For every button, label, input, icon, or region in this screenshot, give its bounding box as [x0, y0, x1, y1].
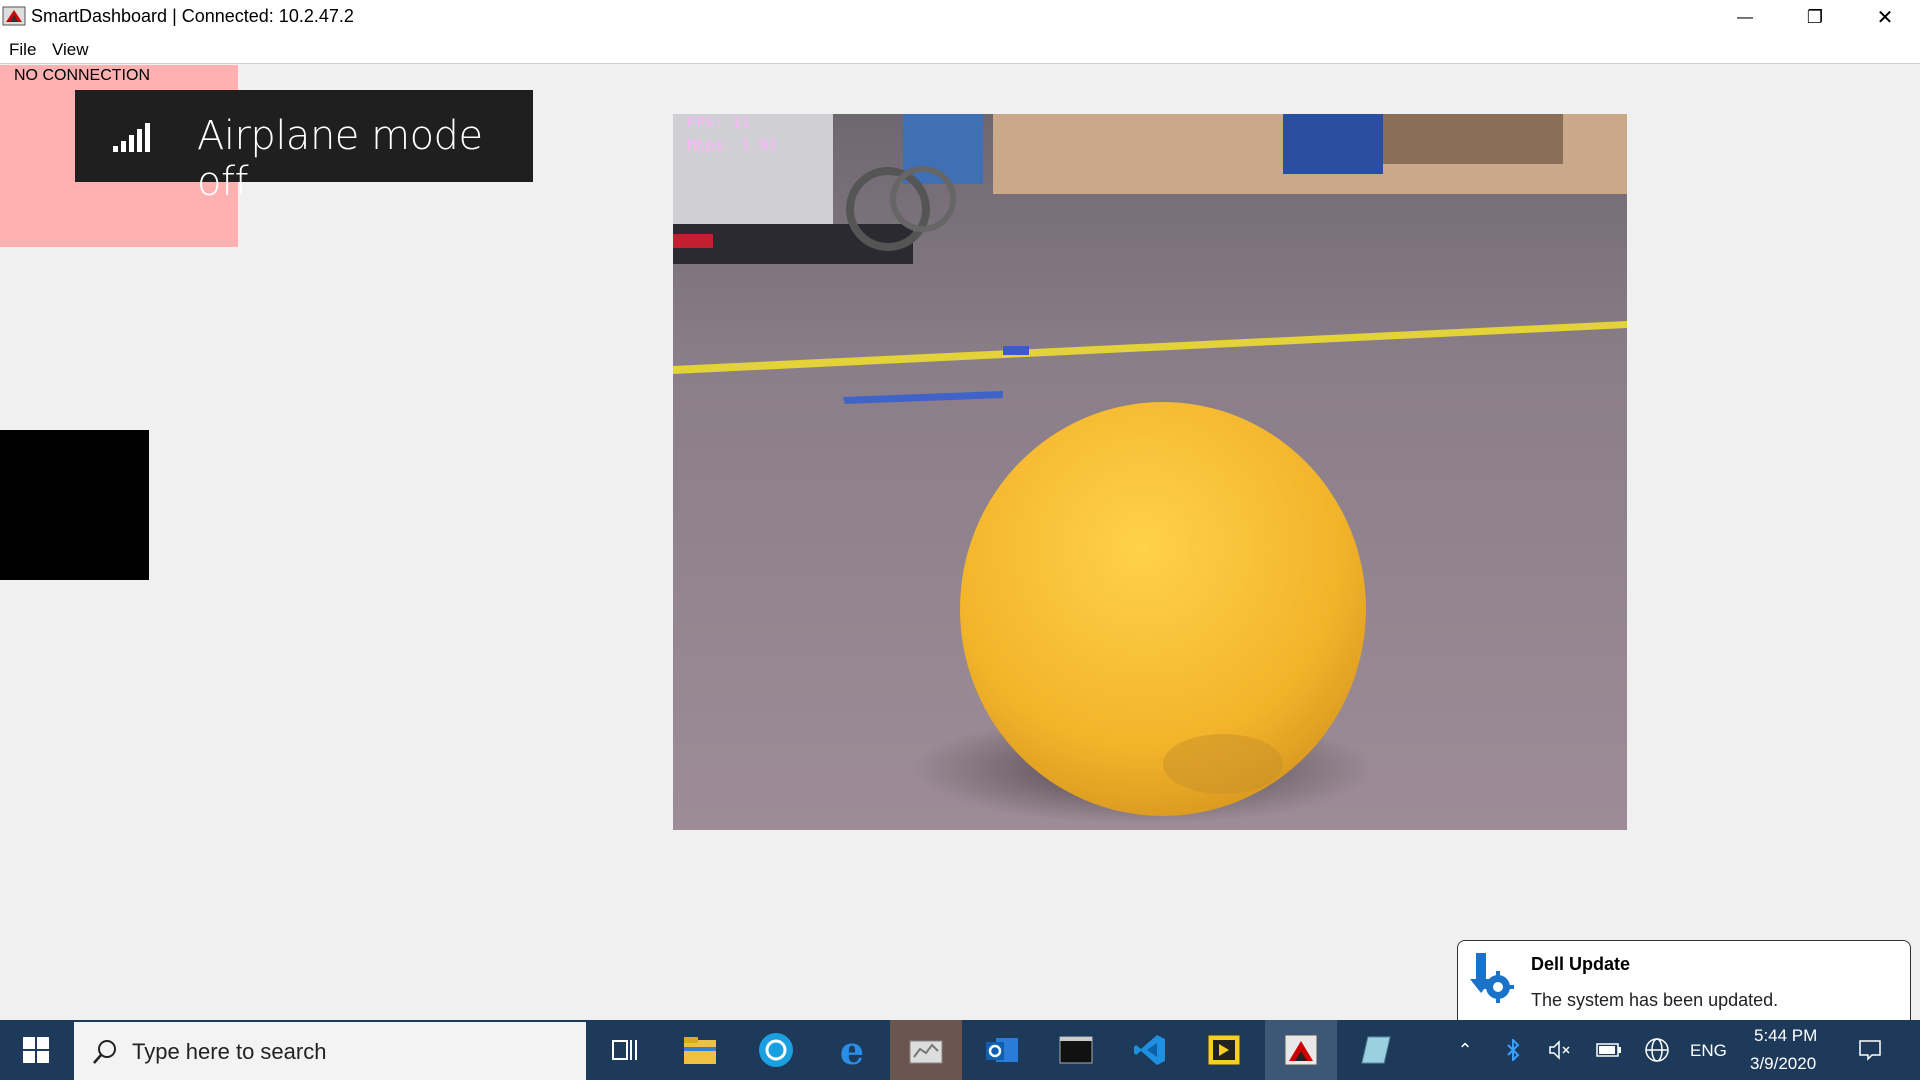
airplane-mode-toast: Airplane mode off	[75, 90, 533, 205]
menu-view[interactable]: View	[52, 40, 89, 60]
camera-image	[673, 114, 1627, 830]
menu-bar: File View	[0, 35, 1920, 64]
notification-body: The system has been updated.	[1531, 990, 1779, 1010]
start-icon	[23, 1037, 49, 1063]
camera-app-icon	[759, 1033, 793, 1067]
tray-overflow-button[interactable]: ⌃	[1450, 1020, 1480, 1080]
network-tray-button[interactable]	[1642, 1020, 1672, 1080]
menu-file[interactable]: File	[9, 40, 36, 60]
globe-icon	[1645, 1038, 1669, 1062]
bluetooth-tray-button[interactable]	[1498, 1020, 1528, 1080]
start-button[interactable]	[0, 1020, 72, 1080]
smartdashboard-icon	[1284, 1034, 1318, 1066]
volume-tray-button[interactable]	[1545, 1020, 1575, 1080]
volume-muted-icon	[1549, 1040, 1570, 1060]
edge-icon: e	[839, 1027, 865, 1073]
close-icon: ✕	[1876, 7, 1894, 29]
notes-app-icon	[1361, 1036, 1391, 1064]
taskbar-file-explorer[interactable]	[667, 1020, 733, 1080]
mbps-label: Mbps: 1.91	[687, 136, 778, 154]
black-widget[interactable]	[0, 430, 149, 580]
minimize-button[interactable]: —	[1710, 0, 1780, 35]
action-center-button[interactable]	[1850, 1020, 1890, 1080]
taskbar-search-box[interactable]: Type here to search	[74, 1022, 586, 1080]
taskbar-camera-app[interactable]	[743, 1020, 809, 1080]
window-title: SmartDashboard | Connected: 10.2.47.2	[31, 6, 354, 26]
taskbar-dashboard-app[interactable]	[890, 1020, 962, 1080]
restore-button[interactable]: ❐	[1780, 0, 1850, 35]
no-connection-label: NO CONNECTION	[14, 67, 150, 84]
task-view-button[interactable]	[593, 1020, 657, 1080]
airplane-mode-text: Airplane mode off	[197, 113, 483, 205]
signal-bars-icon	[113, 123, 150, 152]
taskbar-notes-app[interactable]	[1343, 1020, 1409, 1080]
dashboard-app-icon	[909, 1040, 943, 1064]
language-indicator[interactable]: ENG	[1690, 1041, 1727, 1061]
labview-icon	[1207, 1034, 1241, 1066]
camera-stream[interactable]: FPS: 11 Mbps: 1.91	[673, 114, 1627, 830]
notification-center-icon	[1859, 1040, 1881, 1061]
taskbar-labview[interactable]	[1191, 1020, 1257, 1080]
taskbar-outlook[interactable]	[969, 1020, 1035, 1080]
bluetooth-icon	[1507, 1039, 1520, 1061]
taskbar-terminal[interactable]	[1043, 1020, 1109, 1080]
terminal-icon	[1059, 1036, 1093, 1064]
chevron-up-icon: ⌃	[1457, 1039, 1473, 1060]
dell-update-icon	[1470, 953, 1514, 1003]
smartdashboard-app-icon	[2, 6, 26, 26]
taskbar-vscode[interactable]	[1117, 1020, 1183, 1080]
fps-label: FPS: 11	[687, 114, 751, 132]
search-placeholder: Type here to search	[132, 1039, 327, 1064]
file-explorer-icon	[684, 1037, 716, 1064]
dell-update-notification[interactable]: Dell Update The system has been updated.	[1457, 940, 1911, 1023]
taskbar-edge[interactable]: e	[819, 1020, 885, 1080]
minimize-icon: —	[1737, 8, 1753, 26]
clock-time[interactable]: 5:44 PM	[1754, 1026, 1817, 1046]
task-view-icon	[612, 1040, 637, 1060]
battery-tray-button[interactable]	[1594, 1020, 1624, 1080]
restore-icon: ❐	[1806, 7, 1824, 27]
close-button[interactable]: ✕	[1850, 0, 1920, 35]
battery-icon	[1596, 1043, 1621, 1057]
title-bar: SmartDashboard | Connected: 10.2.47.2 — …	[0, 0, 1920, 35]
outlook-icon	[986, 1038, 1018, 1062]
vscode-icon	[1134, 1035, 1165, 1065]
notification-title: Dell Update	[1531, 954, 1631, 974]
clock-date[interactable]: 3/9/2020	[1750, 1054, 1816, 1074]
taskbar-smartdashboard[interactable]	[1265, 1020, 1337, 1080]
search-icon	[93, 1040, 116, 1064]
